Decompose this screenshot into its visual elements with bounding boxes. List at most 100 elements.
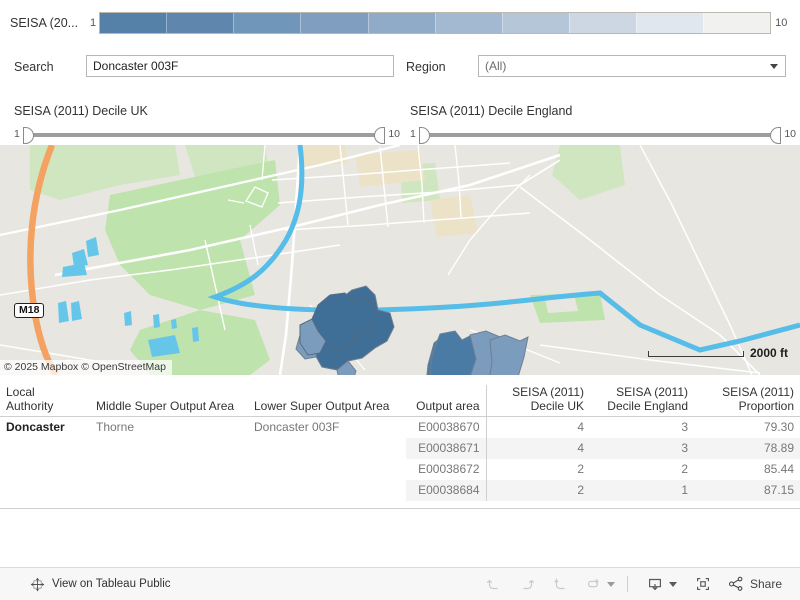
- cell-decile_uk: 4: [485, 416, 590, 438]
- cell-msoa: Thorne: [96, 420, 135, 434]
- slider-decile-england-min: 1: [410, 128, 416, 140]
- cell-output_area: E00038671: [406, 438, 486, 459]
- legend-swatch-10[interactable]: [702, 13, 771, 33]
- map-attribution[interactable]: © 2025 Mapbox © OpenStreetMap: [0, 360, 172, 375]
- cell-decile_england: 2: [681, 462, 688, 476]
- legend-swatch-1[interactable]: [100, 13, 167, 33]
- slider-decile-uk-handle-max[interactable]: [374, 127, 386, 144]
- toolbar-overflow-caret-icon[interactable]: [606, 581, 615, 587]
- table-row[interactable]: Doncaster Thorne Doncaster 003F E00038670 4 3…: [0, 416, 800, 438]
- cell-decile_england: 1: [590, 480, 694, 501]
- download-button[interactable]: [640, 572, 670, 596]
- region-dropdown[interactable]: (All): [478, 55, 786, 77]
- map-canvas[interactable]: M18 © 2025 Mapbox © OpenStreetMap 2000 f…: [0, 145, 800, 375]
- slider-decile-england-track[interactable]: [417, 125, 783, 144]
- slider-decile-england-max: 10: [784, 128, 796, 140]
- legend-swatch-4[interactable]: [300, 13, 368, 33]
- cell-decile_uk: 4: [485, 438, 590, 459]
- legend-swatch-7[interactable]: [501, 13, 569, 33]
- legend-swatch-6[interactable]: [434, 13, 502, 33]
- slider-decile-uk-title: SEISA (2011) Decile UK: [14, 104, 148, 118]
- cell-decile_uk: 2: [485, 480, 590, 501]
- slider-decile-england: SEISA (2011) Decile England 1 10: [396, 104, 796, 144]
- cell-lsoa: Doncaster 003F: [254, 420, 340, 434]
- cell-msoa: [90, 438, 248, 459]
- view-on-tableau-public-label: View on Tableau Public: [52, 578, 171, 590]
- legend-color-ramp[interactable]: [99, 12, 772, 34]
- scale-bar-label: 2000 ft: [749, 346, 788, 360]
- cell-proportion: 87.15: [694, 480, 800, 501]
- slider-decile-uk-handle-min[interactable]: [22, 127, 34, 144]
- legend-swatch-2[interactable]: [166, 13, 234, 33]
- slider-track-fill: [30, 133, 378, 137]
- cell-proportion: 78.89: [694, 438, 800, 459]
- search-input[interactable]: [86, 55, 394, 77]
- col-header-output-area[interactable]: Output area: [406, 385, 486, 417]
- cell-decile_england: 3: [590, 438, 694, 459]
- legend-swatch-3[interactable]: [233, 13, 301, 33]
- legend-swatch-9[interactable]: [635, 13, 703, 33]
- col-header-local-authority[interactable]: Local Authority: [0, 385, 90, 417]
- legend-title: SEISA (20...: [10, 16, 79, 30]
- cell-decile_uk: 2: [485, 459, 590, 480]
- color-legend: SEISA (20... 1 10: [0, 8, 800, 38]
- search-label: Search: [14, 60, 54, 74]
- cell-local_authority: Doncaster: [6, 420, 65, 434]
- cell-local_authority: [0, 480, 90, 501]
- region-selected-value: (All): [485, 59, 507, 73]
- cell-lsoa: [248, 480, 406, 501]
- map-scale-bar: 2000 ft: [647, 346, 788, 360]
- slider-decile-england-title: SEISA (2011) Decile England: [410, 104, 573, 118]
- region-label: Region: [406, 60, 446, 74]
- scale-bar-line: [647, 351, 744, 357]
- slider-decile-england-handle-max[interactable]: [770, 127, 782, 144]
- cell-msoa: [90, 459, 248, 480]
- fullscreen-button[interactable]: [688, 572, 718, 596]
- view-on-tableau-public-button[interactable]: View on Tableau Public: [0, 577, 171, 592]
- col-header-decile-england[interactable]: SEISA (2011) Decile England: [590, 385, 694, 417]
- legend-swatch-8[interactable]: [568, 13, 636, 33]
- download-caret-icon[interactable]: [668, 581, 677, 587]
- cell-msoa: [90, 480, 248, 501]
- col-header-decile-uk[interactable]: SEISA (2011) Decile UK: [485, 385, 590, 417]
- table-bottom-rule: [0, 508, 800, 509]
- legend-min-label: 1: [90, 17, 97, 29]
- slider-decile-england-handle-min[interactable]: [418, 127, 430, 144]
- table-row[interactable]: E00038672 2 2 85.44: [0, 459, 800, 480]
- col-header-lsoa[interactable]: Lower Super Output Area: [248, 385, 406, 417]
- toolbar-divider: [626, 576, 628, 592]
- cell-proportion: 85.44: [763, 462, 794, 476]
- cell-output_area: E00038670: [418, 420, 480, 434]
- legend-max-label: 10: [775, 17, 788, 29]
- data-table: Local Authority Middle Super Output Area…: [0, 385, 800, 501]
- table-header-row: Local Authority Middle Super Output Area…: [0, 385, 800, 417]
- cell-proportion: 79.30: [763, 420, 794, 434]
- slider-decile-uk-track[interactable]: [21, 125, 387, 144]
- col-header-msoa[interactable]: Middle Super Output Area: [90, 385, 248, 417]
- cell-lsoa: [248, 459, 406, 480]
- share-icon: [728, 576, 743, 591]
- tableau-logo-icon: [30, 577, 45, 591]
- toolbar-actions: Share: [479, 572, 800, 596]
- revert-button[interactable]: [545, 572, 575, 596]
- legend-swatch-5[interactable]: [367, 13, 435, 33]
- slider-track-fill: [426, 133, 774, 137]
- data-table-element: Local Authority Middle Super Output Area…: [0, 385, 800, 501]
- cell-decile_england: 3: [681, 420, 688, 434]
- cell-output_area: E00038684: [406, 480, 486, 501]
- bottom-toolbar: View on Tableau Public Share: [0, 567, 800, 600]
- redo-button[interactable]: [512, 572, 542, 596]
- tableau-viz: SEISA (20... 1 10 Search Region (All) SE…: [0, 0, 800, 600]
- table-row[interactable]: E00038684 2 1 87.15: [0, 480, 800, 501]
- share-button[interactable]: Share: [721, 575, 782, 593]
- filter-bar: Search Region (All): [0, 55, 800, 83]
- refresh-button[interactable]: [578, 572, 608, 596]
- table-row[interactable]: E00038671 4 3 78.89: [0, 438, 800, 459]
- cell-lsoa: [248, 438, 406, 459]
- undo-button[interactable]: [479, 572, 509, 596]
- col-header-proportion[interactable]: SEISA (2011) Proportion: [694, 385, 800, 417]
- cell-local_authority: [0, 438, 90, 459]
- motorway-shield-m18: M18: [14, 303, 45, 318]
- chevron-down-icon: [770, 64, 778, 69]
- slider-decile-uk: SEISA (2011) Decile UK 1 10: [0, 104, 400, 144]
